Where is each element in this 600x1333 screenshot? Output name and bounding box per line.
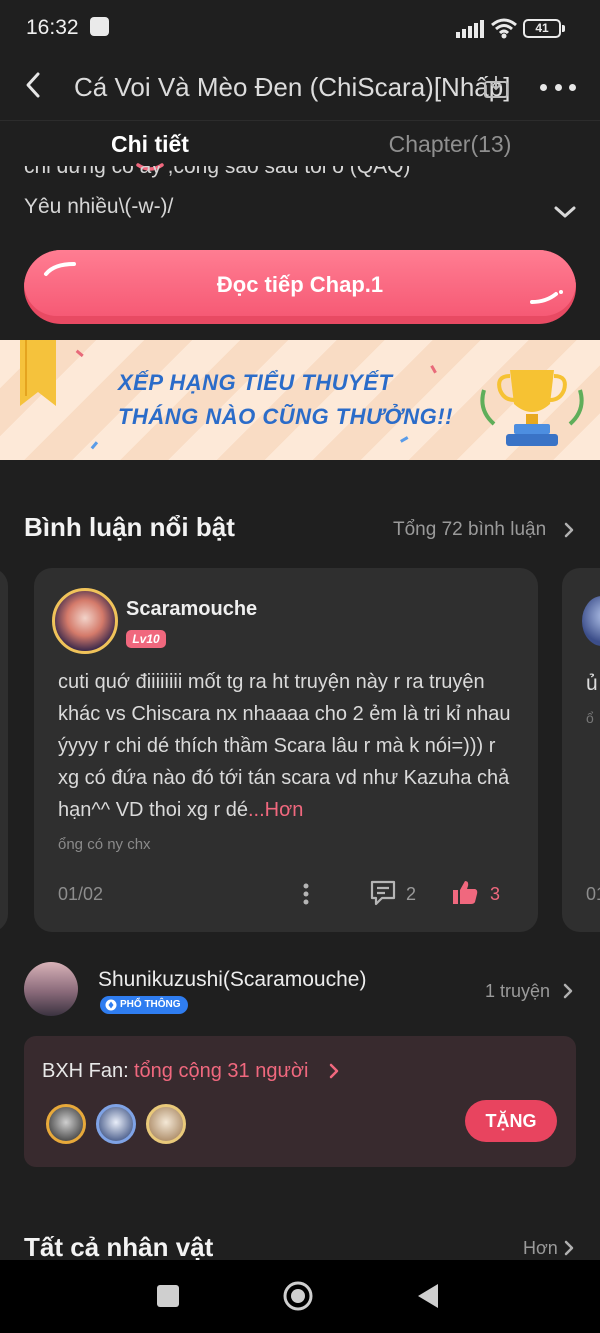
continue-reading-label: Đọc tiếp Chap.1: [216, 272, 384, 297]
fan-ranking-label: BXH Fan:: [42, 1060, 129, 1082]
tab-chapters[interactable]: Chapter(13): [360, 131, 540, 158]
continue-reading-button[interactable]: Đọc tiếp Chap.1: [24, 250, 576, 324]
avatar[interactable]: [52, 588, 118, 654]
comment-card[interactable]: Scaramouche Lv10 cuti quớ điiiiiiii mốt …: [34, 568, 538, 932]
fan-avatar[interactable]: [96, 1104, 136, 1144]
characters-heading: Tất cả nhân vật: [24, 1232, 214, 1262]
tab-bar: Chi tiết Chapter(13): [0, 120, 600, 172]
comment-card-previous[interactable]: [0, 568, 8, 932]
download-icon[interactable]: [482, 74, 510, 100]
characters-more-link[interactable]: Hơn: [523, 1238, 558, 1259]
back-arrow-icon[interactable]: [20, 70, 48, 100]
system-navigation-bar: [0, 1260, 600, 1333]
fan-avatar[interactable]: [146, 1104, 186, 1144]
fan-ranking-panel: BXH Fan: tổng cộng 31 người TẶNG: [24, 1036, 576, 1167]
comment-date: 01: [586, 884, 600, 904]
author-works-link[interactable]: 1 truyện: [485, 981, 550, 1002]
page-title: Cá Voi Và Mèo Đen (ChiScara)[Nhấp]: [74, 72, 511, 102]
comment-card-next[interactable]: ủ ổ 01: [562, 568, 600, 932]
chevron-right-icon[interactable]: [563, 521, 575, 539]
trophy-icon: [480, 370, 584, 446]
tab-details[interactable]: Chi tiết: [96, 131, 204, 158]
author-tier-badge: PHỔ THÔNG: [100, 996, 188, 1014]
status-bar: 16:32 41: [0, 0, 600, 58]
thumbs-up-icon[interactable]: [450, 877, 480, 907]
author-avatar[interactable]: [24, 962, 78, 1016]
chevron-right-icon[interactable]: [562, 982, 574, 1000]
read-more-link[interactable]: ...Hơn: [248, 799, 303, 821]
confetti-decoration: [75, 349, 437, 450]
summary-text-partial: chỉ dừng có ấy ,công sao sau tôi ô (QAQ): [24, 166, 411, 178]
avatar: [582, 596, 600, 646]
author-name[interactable]: Shunikuzushi(Scaramouche): [98, 968, 366, 992]
reply-count: 2: [406, 884, 417, 904]
top-app-bar: Cá Voi Và Mèo Đen (ChiScara)[Nhấp]: [0, 58, 600, 120]
comment-text: ủ: [586, 672, 598, 695]
like-count: 3: [490, 884, 501, 904]
banner-headline: XẾP HẠNG TIỂU THUYẾT: [118, 370, 393, 395]
total-comments-link[interactable]: Tổng 72 bình luận: [393, 519, 546, 541]
home-icon[interactable]: [282, 1280, 314, 1312]
comment-username[interactable]: Scaramouche: [126, 598, 257, 621]
more-vertical-icon[interactable]: [302, 882, 310, 906]
chevron-right-icon[interactable]: [563, 1239, 575, 1257]
reply-preview: ổ: [586, 710, 594, 726]
notification-icon: [90, 17, 109, 36]
recent-apps-icon[interactable]: [157, 1285, 179, 1307]
fan-avatar[interactable]: [46, 1104, 86, 1144]
chevron-right-icon[interactable]: [328, 1062, 340, 1080]
more-options-icon[interactable]: [540, 84, 576, 92]
comment-date: 01/02: [58, 884, 104, 904]
level-badge: Lv10: [126, 630, 166, 648]
battery-icon: 41: [523, 19, 565, 38]
wifi-icon: [491, 18, 517, 39]
comment-icon[interactable]: [368, 878, 398, 908]
banner-subheadline: THÁNG NÀO CŨNG THƯỞNG!!: [118, 404, 453, 429]
diamond-icon: [105, 999, 117, 1011]
ranking-promo-banner[interactable]: XẾP HẠNG TIỂU THUYẾT THÁNG NÀO CŨNG THƯỞ…: [0, 340, 600, 460]
back-triangle-icon[interactable]: [416, 1282, 440, 1310]
status-time: 16:32: [26, 16, 79, 39]
featured-comments-heading: Bình luận nổi bật: [24, 512, 235, 542]
summary-text: Yêu nhiều\(-w-)/: [24, 195, 174, 218]
fan-count-link[interactable]: tổng cộng 31 người: [134, 1060, 308, 1083]
comment-text: cuti quớ điiiiiiii mốt tg ra ht truyện n…: [58, 671, 511, 821]
reply-preview: ổng có ny chx: [58, 836, 151, 853]
signal-icon: [456, 20, 484, 38]
gift-button[interactable]: TẶNG: [465, 1100, 557, 1142]
bookmark-ribbon-icon: [20, 340, 56, 406]
chevron-down-icon[interactable]: [552, 204, 578, 220]
